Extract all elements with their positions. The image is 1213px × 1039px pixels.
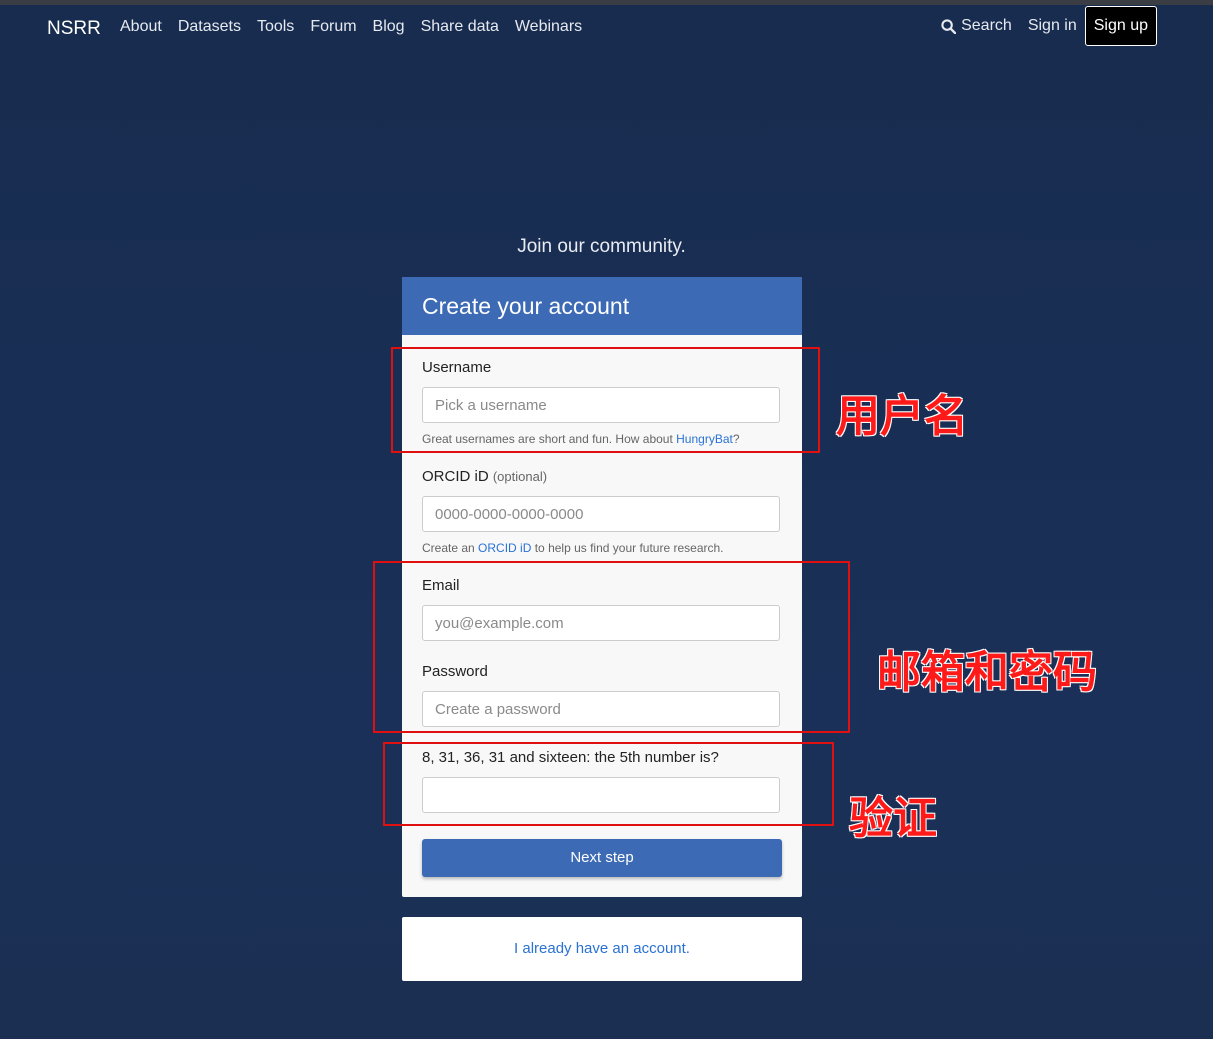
card-title: Create your account — [402, 277, 802, 335]
annotation-box-username — [391, 347, 820, 453]
orcid-label: ORCID iD (optional) — [422, 468, 547, 485]
nav-link-forum[interactable]: Forum — [310, 18, 356, 36]
nav-link-webinars[interactable]: Webinars — [515, 18, 582, 36]
sign-in-link[interactable]: Sign in — [1028, 17, 1077, 35]
annotation-box-verification — [383, 742, 834, 826]
orcid-label-text: ORCID iD — [422, 468, 489, 485]
nav-links: About Datasets Tools Forum Blog Share da… — [120, 18, 598, 36]
existing-account-link[interactable]: I already have an account. — [514, 940, 690, 957]
next-step-button[interactable]: Next step — [422, 839, 782, 877]
nav-link-share-data[interactable]: Share data — [421, 18, 499, 36]
orcid-link[interactable]: ORCID iD — [478, 541, 531, 555]
existing-account-card: I already have an account. — [402, 917, 802, 981]
nav-link-datasets[interactable]: Datasets — [178, 18, 241, 36]
search-label: Search — [961, 17, 1012, 34]
search-icon — [941, 18, 957, 34]
orcid-optional-label: (optional) — [492, 469, 548, 484]
sign-up-button[interactable]: Sign up — [1084, 6, 1157, 46]
annotation-label-username: 用户名 — [836, 391, 968, 442]
nav-link-about[interactable]: About — [120, 18, 162, 36]
annotation-label-verification: 验证 — [849, 793, 937, 844]
navbar: NSRR About Datasets Tools Forum Blog Sha… — [0, 5, 1213, 51]
orcid-help: Create an ORCID iD to help us find your … — [422, 541, 724, 555]
orcid-help-text: Create an — [422, 541, 479, 555]
orcid-input[interactable] — [422, 496, 780, 532]
orcid-help-suffix: to help us find your future research. — [531, 541, 724, 555]
annotation-box-email-password — [373, 561, 850, 733]
tagline: Join our community. — [517, 236, 686, 257]
brand-logo[interactable]: NSRR — [47, 18, 101, 40]
nav-right: Search Sign in Sign up — [941, 6, 1157, 46]
nav-link-tools[interactable]: Tools — [257, 18, 294, 36]
search-link[interactable]: Search — [941, 17, 1012, 35]
annotation-label-email-password: 邮箱和密码 — [877, 647, 1097, 698]
nav-link-blog[interactable]: Blog — [373, 18, 405, 36]
